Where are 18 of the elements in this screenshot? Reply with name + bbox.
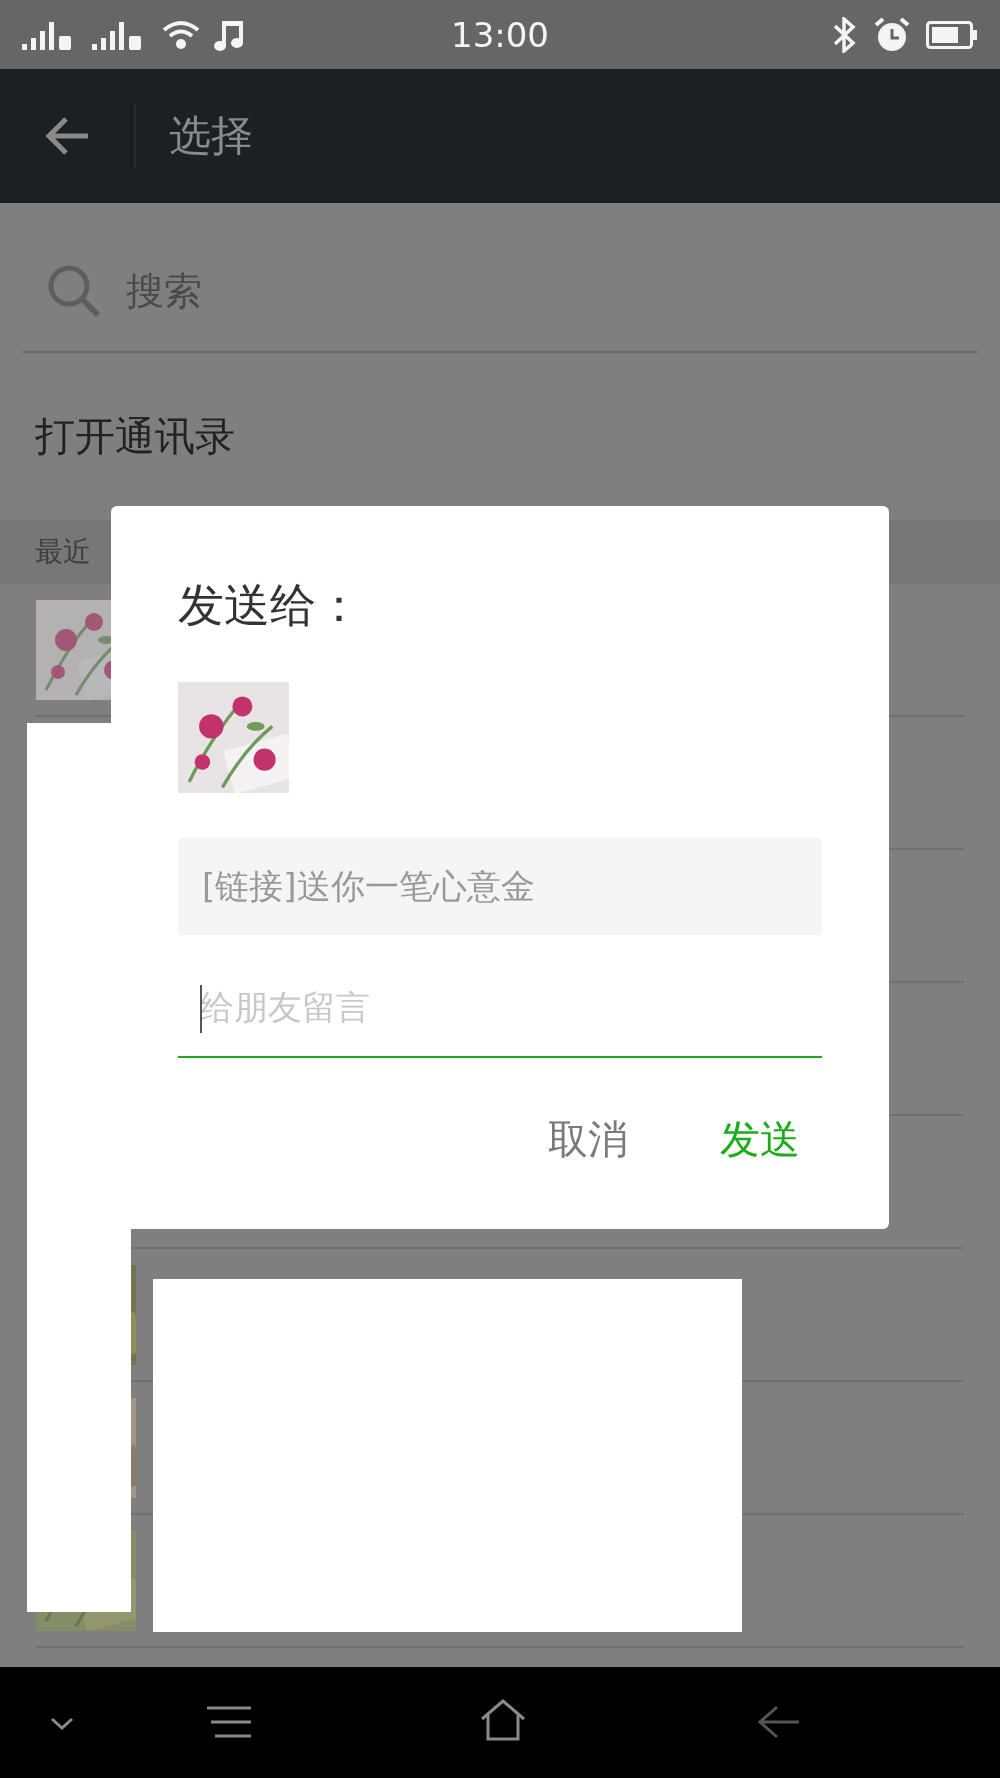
page-title: 选择 [169,110,253,162]
cancel-button[interactable]: 取消 [548,1102,628,1177]
menu-icon[interactable] [206,1705,252,1739]
home-icon[interactable] [480,1699,526,1741]
link-preview: [链接]送你一笔心意金 [178,838,822,935]
back-icon[interactable] [757,1705,801,1739]
chevron-down-icon[interactable] [50,1717,74,1731]
wifi-icon [162,18,202,51]
clock-time: 13:00 [451,14,549,55]
dialog-title: 发送给： [178,582,363,628]
alarm-clock-icon [874,16,910,53]
back-arrow-icon[interactable] [44,116,90,156]
send-button[interactable]: 发送 [720,1102,800,1177]
open-contacts-item[interactable]: 打开通讯录 [35,409,235,464]
bluetooth-icon [832,16,858,53]
section-header: 最近 [35,534,91,570]
search-icon [46,263,102,319]
battery-icon [926,20,978,49]
